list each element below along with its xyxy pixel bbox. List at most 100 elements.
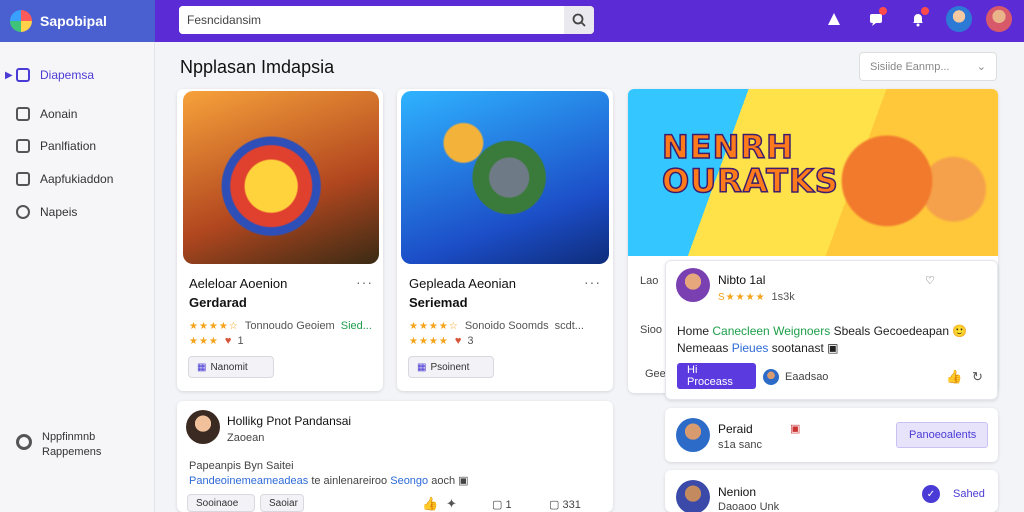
- person-meta: s1a sanc: [718, 439, 763, 451]
- game-title: Gepleada Aeonian Seriemad: [409, 276, 516, 310]
- post-meta: Zaoean: [227, 432, 265, 444]
- person-card: [665, 470, 998, 512]
- card-action-chip[interactable]: ▦ Nanomit: [188, 356, 274, 378]
- messages-button[interactable]: [862, 5, 890, 33]
- star-rating-icon: S★★★★: [718, 291, 766, 303]
- reviewer-rating: S★★★★ 1s3k: [718, 291, 795, 303]
- sort-dropdown[interactable]: Sisiide Eanmp... ⌄: [859, 52, 997, 81]
- search-icon: [572, 13, 586, 27]
- post-author-avatar[interactable]: [186, 410, 220, 444]
- reviewer-avatar[interactable]: [676, 268, 710, 302]
- inbox-icon: [16, 107, 30, 121]
- game-title: Aeleloar Aoenion Gerdarad: [189, 276, 288, 310]
- post-chip[interactable]: Saoiar: [260, 494, 304, 512]
- post-text-line1: Papeanpis Byn Saitei: [189, 460, 294, 472]
- app-logo: [10, 10, 32, 32]
- card-action-chip[interactable]: ▦ Psoinent: [408, 356, 494, 378]
- sidebar-item-napeis[interactable]: Napeis: [16, 205, 77, 219]
- review-user: Eaadsao: [785, 371, 829, 383]
- count-row: ★★★ ♥ 1: [189, 335, 244, 347]
- sidebar-item-aapfukiaddon[interactable]: Aapfukiaddon: [16, 172, 113, 186]
- footer-line1: Nppfinmnb: [42, 431, 96, 443]
- side-text: Gee: [645, 368, 666, 380]
- person-avatar[interactable]: [676, 418, 710, 452]
- heart-icon: ♥: [224, 335, 232, 347]
- review-text-line1: Home Canecleen Weignoers Sbeals Gecoedea…: [677, 324, 968, 338]
- grid-icon: ▦: [197, 361, 207, 373]
- side-text: Sioo: [640, 324, 663, 336]
- review-text-line2: Nemeaas Pieues sootanast ▣: [677, 341, 839, 355]
- grid-icon: ▦: [417, 361, 427, 373]
- reviewer-name: Nibto 1al: [718, 273, 766, 287]
- apps-button[interactable]: [820, 5, 848, 33]
- share-icon[interactable]: ↻: [972, 369, 983, 385]
- image-icon: [16, 172, 30, 186]
- active-caret-icon: ▶: [5, 70, 13, 81]
- count-row: ★★★★ ♥ 3: [409, 335, 474, 347]
- check-icon: ✓: [922, 485, 940, 503]
- gear-icon: [16, 434, 32, 450]
- heart-icon: ♥: [454, 335, 462, 347]
- notification-dot: [879, 7, 887, 15]
- person-meta: Daoaoo Unk: [718, 501, 780, 512]
- featured-title: NENRH OURATKS: [661, 128, 839, 200]
- emoji-icon: ▣: [827, 341, 839, 355]
- star-rating-icon: ★★★★☆: [409, 320, 459, 332]
- rating-row: ★★★★☆ Tonnoudo Geoiem Sied...: [189, 320, 372, 332]
- person-action-button[interactable]: Panoeoalents: [896, 422, 988, 448]
- profile-avatar[interactable]: [986, 6, 1012, 32]
- sidebar-item-label: Aapfukiaddon: [40, 172, 114, 186]
- person-action-link[interactable]: Sahed: [953, 488, 985, 500]
- review-primary-button[interactable]: Hi Proceass: [677, 363, 756, 389]
- sidebar-item-diapemsa[interactable]: Diapemsa: [16, 68, 94, 82]
- person-name: Nenion: [718, 485, 757, 499]
- post-author: Hollikg Pnot Pandansai: [227, 414, 352, 428]
- search-input[interactable]: [179, 6, 564, 34]
- sidebar-footer[interactable]: Nppfinmnb Rappemens: [16, 430, 101, 460]
- person-avatar[interactable]: [676, 480, 710, 512]
- brand[interactable]: Sapobipal: [0, 0, 155, 42]
- emoji-icon: ▣: [458, 475, 469, 487]
- side-text: Lao: [640, 275, 659, 287]
- comment-icon: [16, 139, 30, 153]
- search-button[interactable]: [564, 6, 594, 34]
- more-options-icon[interactable]: ···: [356, 274, 373, 290]
- share-count[interactable]: ▢ 331: [549, 498, 581, 511]
- more-options-icon[interactable]: ···: [584, 274, 601, 290]
- top-actions: [820, 5, 1012, 33]
- like-icon[interactable]: 👍: [946, 369, 962, 385]
- sidebar-item-panlfiation[interactable]: Panlfiation: [16, 139, 96, 153]
- search-bar: [179, 6, 594, 34]
- notification-dot: [921, 7, 929, 15]
- sidebar-item-label: Diapemsa: [40, 68, 95, 82]
- chevron-down-icon: ⌄: [976, 61, 986, 73]
- like-icon[interactable]: 👍: [422, 496, 438, 512]
- user-avatar[interactable]: [946, 6, 972, 32]
- flag-icon: ▣: [790, 423, 801, 435]
- star-rating-icon: ★★★★: [409, 335, 449, 347]
- star-rating-icon: ★★★★☆: [189, 320, 239, 332]
- rating-row: ★★★★☆ Sonoido Soomds scdt...: [409, 320, 584, 332]
- sidebar-item-aonain[interactable]: Aonain: [16, 107, 77, 121]
- game-thumbnail[interactable]: [183, 91, 379, 264]
- app-title: Sapobipal: [40, 13, 107, 29]
- comment-count[interactable]: ▢ 1: [492, 498, 512, 511]
- sort-label: Sisiide Eanmp...: [870, 60, 950, 73]
- reaction-icon[interactable]: ✦: [446, 496, 457, 512]
- footer-line2: Rappemens: [42, 446, 102, 458]
- page-title: Npplasan Imdapsia: [180, 57, 335, 77]
- notifications-button[interactable]: [904, 5, 932, 33]
- star-rating-icon: ★★★: [189, 335, 219, 347]
- sidebar-item-label: Aonain: [40, 107, 78, 121]
- triangle-icon: [828, 13, 840, 25]
- verified-icon: ♡: [925, 275, 935, 287]
- post-text-line2: Pandeoinemeameadeas te ainlenareiroo Seo…: [189, 475, 469, 487]
- sidebar-item-label: Napeis: [40, 205, 78, 219]
- game-thumbnail[interactable]: [401, 91, 609, 264]
- post-chip[interactable]: Sooinaoe: [187, 494, 255, 512]
- shield-icon: [16, 205, 30, 219]
- person-name: Peraid: [718, 422, 753, 436]
- user-avatar: [763, 369, 779, 385]
- emoji-icon: 🙂: [952, 324, 968, 338]
- calendar-icon: [16, 68, 30, 82]
